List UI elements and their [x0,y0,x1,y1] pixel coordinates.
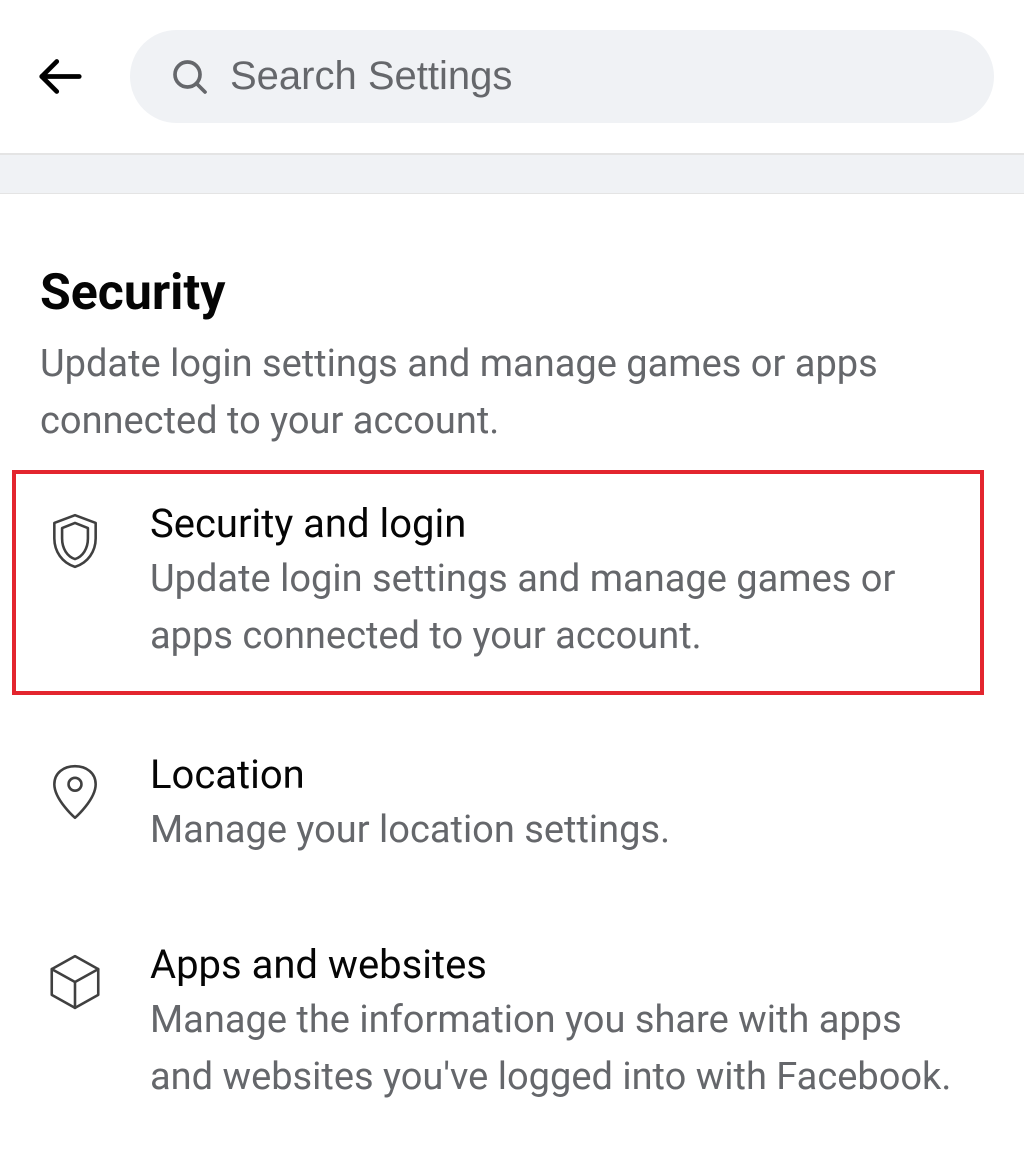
search-icon [170,57,210,97]
cube-icon [40,947,110,1017]
search-bar[interactable] [130,30,994,123]
shield-icon [40,506,110,576]
item-title: Apps and websites [150,941,974,988]
item-desc: Update login settings and manage games o… [150,551,970,665]
header [0,0,1024,154]
item-title: Location [150,751,974,798]
arrow-left-icon [33,54,88,99]
location-pin-icon [40,757,110,827]
list-item-security-and-login[interactable]: Security and login Update login settings… [12,470,984,695]
section-title: Security [40,264,984,322]
divider-strip [0,154,1024,194]
item-title: Security and login [150,500,970,547]
list-item-location[interactable]: Location Manage your location settings. [40,725,984,885]
item-desc: Manage your location settings. [150,802,974,859]
item-desc: Manage the information you share with ap… [150,992,974,1106]
back-button[interactable] [30,52,90,102]
search-input[interactable] [230,54,954,99]
content: Security Update login settings and manag… [0,194,1024,1172]
settings-list: Security and login Update login settings… [40,470,984,1132]
section-subtitle: Update login settings and manage games o… [40,336,984,450]
list-item-apps-and-websites[interactable]: Apps and websites Manage the information… [40,915,984,1132]
